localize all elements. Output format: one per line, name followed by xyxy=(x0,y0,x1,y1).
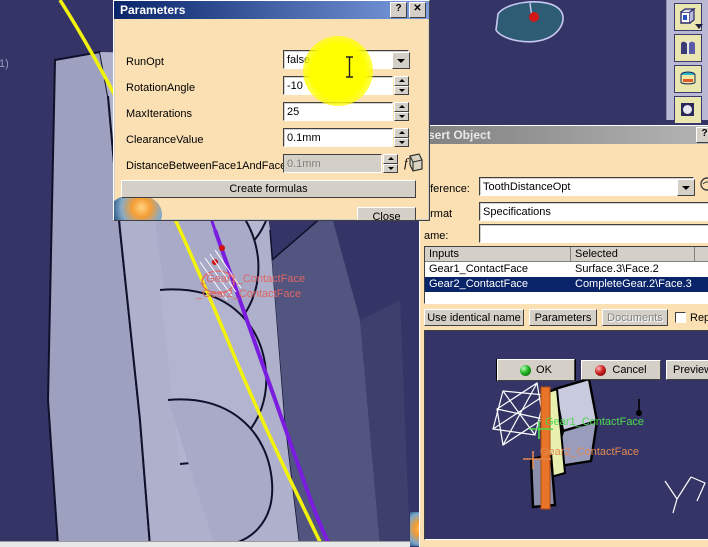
viewport-label-gear2: _Gear2_ContactFace xyxy=(196,288,302,300)
column-header-extra xyxy=(695,247,708,262)
split-view-icon[interactable] xyxy=(674,34,702,62)
reference-browse-icon[interactable] xyxy=(699,176,708,196)
distancebetweenfaces-stepper-down xyxy=(383,163,398,173)
toolbar-dropdown-arrow-icon[interactable] xyxy=(695,24,703,29)
cancel-button[interactable]: Cancel xyxy=(581,360,661,380)
preview-button[interactable]: Preview xyxy=(666,360,708,380)
use-identical-name-button[interactable]: Use identical name xyxy=(424,309,524,326)
runopt-value: false xyxy=(287,53,311,66)
parameters-help-button[interactable]: ? xyxy=(390,2,407,18)
viewport-label-gear1: _Gear1_ContactFace xyxy=(200,273,306,285)
reference-label: eference: xyxy=(424,183,470,195)
inputs-table-header: Inputs Selected xyxy=(425,247,708,262)
parameters-dialog: Parameters ? ✕ RunOpt false RotationAngl… xyxy=(113,0,430,221)
cell-selected: CompleteGear.2\Face.3 xyxy=(575,278,692,290)
ok-button-label: OK xyxy=(536,364,552,376)
name-label: ame: xyxy=(424,230,449,242)
ok-status-bead-icon xyxy=(520,364,532,376)
insert-object-titlebar[interactable]: sert Object ? xyxy=(420,126,708,144)
reference-combo[interactable]: ToothDistanceOpt xyxy=(479,177,694,196)
rotationangle-stepper[interactable] xyxy=(394,76,409,95)
rotationangle-stepper-up[interactable] xyxy=(394,76,409,86)
maxiterations-input[interactable]: 25 xyxy=(283,102,393,121)
svg-text:f: f xyxy=(404,155,410,170)
column-header-inputs: Inputs xyxy=(425,247,571,262)
table-row[interactable]: Gear2_ContactFace CompleteGear.2\Face.3 xyxy=(425,277,708,292)
column-header-selected: Selected xyxy=(571,247,695,262)
cancel-button-label: Cancel xyxy=(612,364,647,376)
inputs-table[interactable]: Inputs Selected Gear1_ContactFace Surfac… xyxy=(424,246,708,304)
clearancevalue-stepper-down[interactable] xyxy=(394,137,409,147)
maxiterations-stepper[interactable] xyxy=(394,102,409,121)
preview-label-gear1: Gear1_ContactFace xyxy=(545,416,645,428)
distancebetweenfaces-stepper xyxy=(383,154,398,173)
maxiterations-stepper-up[interactable] xyxy=(394,102,409,112)
format-value: Specifications xyxy=(483,205,551,218)
clearancevalue-stepper[interactable] xyxy=(394,128,409,147)
cylinder-icon[interactable] xyxy=(674,65,702,93)
cancel-status-bead-icon xyxy=(595,364,607,376)
cell-extra xyxy=(695,262,708,277)
distancebetweenfaces-label: DistanceBetweenFace1AndFace2 xyxy=(126,160,293,172)
insert-object-dialog: sert Object ? eference: ToothDistanceOpt… xyxy=(419,125,708,547)
formula-fx-icon[interactable]: f xyxy=(402,152,424,174)
insert-help-button[interactable]: ? xyxy=(696,127,708,143)
runopt-combo[interactable]: false xyxy=(283,50,409,69)
repeat-checkbox[interactable] xyxy=(675,312,686,323)
reference-dropdown-arrow-icon[interactable] xyxy=(677,179,695,196)
documents-button: Documents xyxy=(602,309,668,326)
distancebetweenfaces-stepper-up xyxy=(383,154,398,164)
rotationangle-stepper-down[interactable] xyxy=(394,85,409,95)
distancebetweenfaces-input: 0.1mm xyxy=(283,154,382,173)
repeat-checkbox-label: Repe xyxy=(690,312,708,324)
cell-inputs: Gear1_ContactFace xyxy=(429,263,529,275)
rotationangle-value: -10 xyxy=(287,79,303,92)
format-field[interactable]: Specifications xyxy=(479,202,708,221)
ok-button[interactable]: OK xyxy=(496,359,576,381)
parameters-body: RunOpt false RotationAngle -10 MaxIterat… xyxy=(114,19,429,220)
parameters-titlebar[interactable]: Parameters ? ✕ xyxy=(114,1,429,19)
right-toolbar xyxy=(666,0,708,124)
cell-extra xyxy=(695,277,708,292)
clearancevalue-label: ClearanceValue xyxy=(126,134,204,146)
render-style-icon[interactable] xyxy=(674,96,702,124)
maxiterations-stepper-down[interactable] xyxy=(394,111,409,121)
close-button[interactable]: Close xyxy=(357,207,416,220)
insert-object-title: sert Object xyxy=(428,128,491,142)
viewport-partial-text: .1) xyxy=(0,58,9,70)
rotationangle-label: RotationAngle xyxy=(126,82,196,94)
runopt-dropdown-arrow-icon[interactable] xyxy=(392,52,410,69)
clearancevalue-value: 0.1mm xyxy=(287,131,321,144)
table-row[interactable]: Gear1_ContactFace Surface.3\Face.2 xyxy=(425,262,708,277)
viewport-bottom-strip xyxy=(0,541,410,547)
runopt-label: RunOpt xyxy=(126,56,164,68)
clearancevalue-stepper-up[interactable] xyxy=(394,128,409,138)
reference-value: ToothDistanceOpt xyxy=(483,180,571,193)
parameters-title: Parameters xyxy=(120,3,186,17)
create-formulas-button[interactable]: Create formulas xyxy=(121,180,416,198)
maxiterations-label: MaxIterations xyxy=(126,108,193,120)
name-field[interactable] xyxy=(479,224,708,243)
clearancevalue-input[interactable]: 0.1mm xyxy=(283,128,393,147)
rotationangle-input[interactable]: -10 xyxy=(283,76,393,95)
parameters-button[interactable]: Parameters xyxy=(529,309,597,326)
cell-selected: Surface.3\Face.2 xyxy=(575,263,659,275)
maxiterations-value: 25 xyxy=(287,105,300,118)
parameters-close-icon[interactable]: ✕ xyxy=(409,2,426,18)
distancebetweenfaces-value: 0.1mm xyxy=(287,157,321,170)
cell-inputs: Gear2_ContactFace xyxy=(429,278,529,290)
preview-label-gear2: Gear2_ContactFace xyxy=(540,446,640,458)
